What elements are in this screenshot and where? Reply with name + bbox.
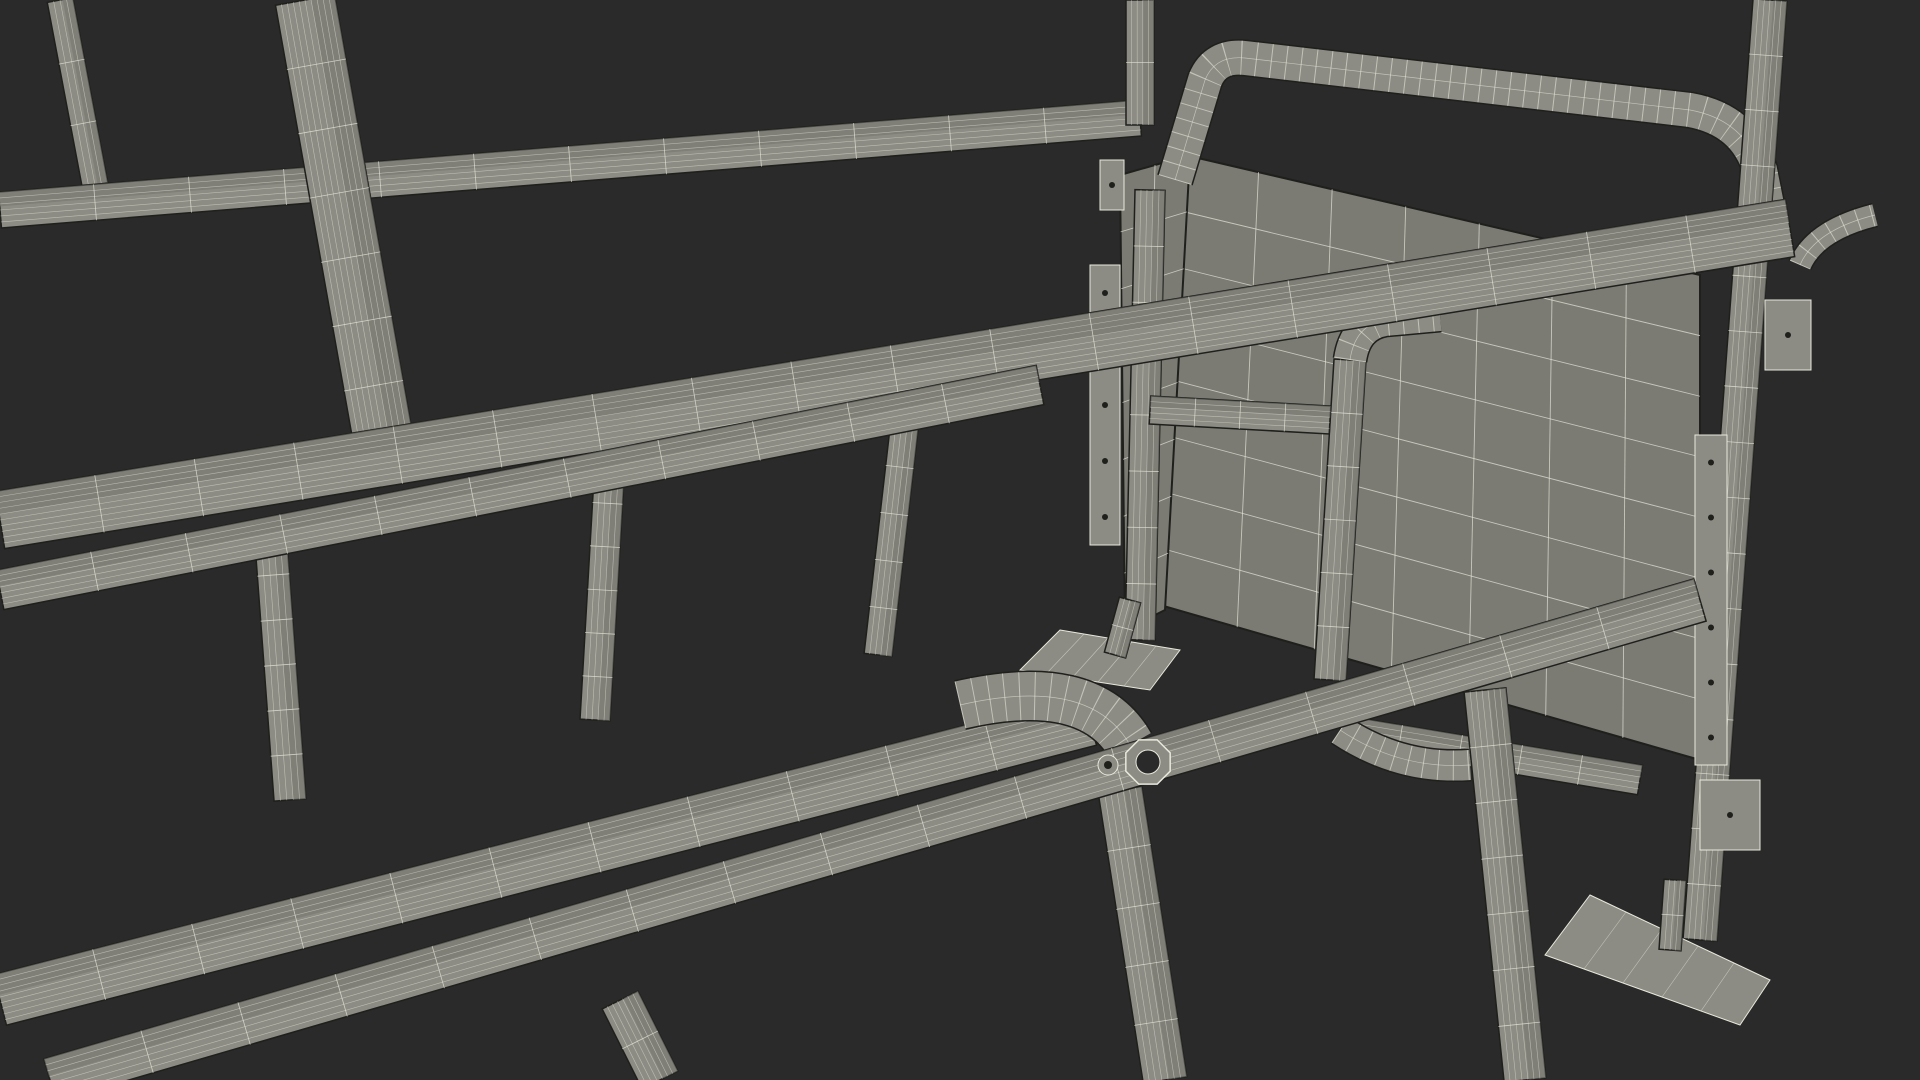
wireframe-scene: [0, 0, 1920, 1080]
foot-post-right: [1658, 878, 1687, 952]
clamp-upper-right: [1764, 299, 1812, 371]
bolt: [1097, 754, 1119, 776]
render-viewport: [0, 0, 1920, 1080]
mount-bracket-left: [1089, 264, 1121, 546]
mount-bracket-top: [1099, 159, 1125, 211]
tube-end-cap: [1125, 739, 1171, 785]
clamp-lower-right: [1699, 779, 1761, 851]
upright-right-thin: [1125, 0, 1155, 126]
